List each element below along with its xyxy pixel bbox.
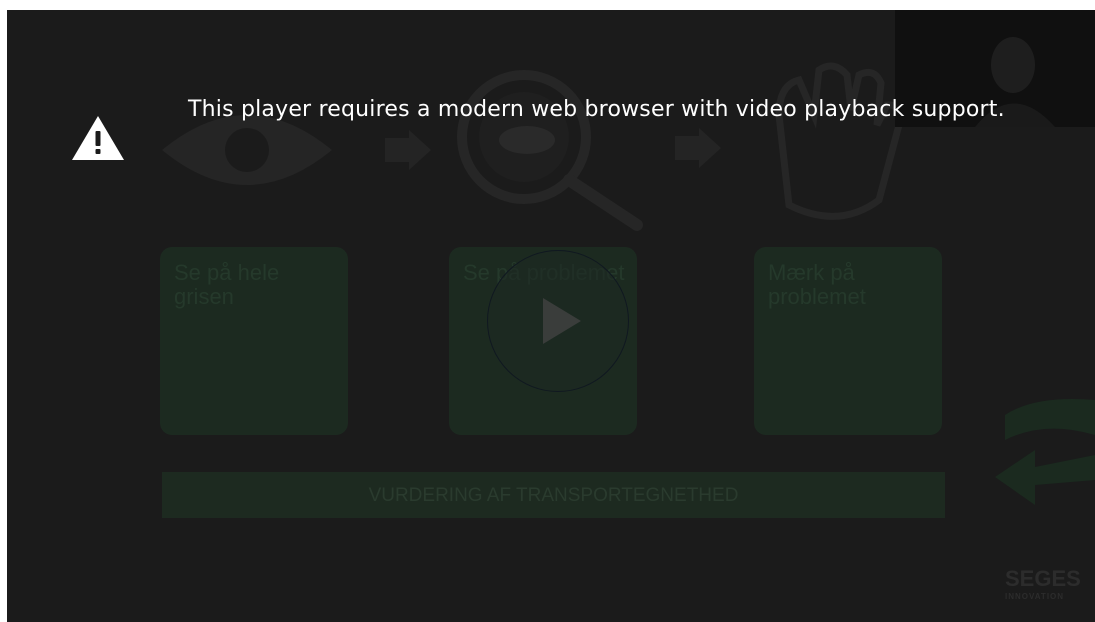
arrow-right-icon: [675, 128, 721, 168]
slide-card-label: Mærk på problemet: [768, 260, 866, 309]
arrow-right-icon: [385, 130, 431, 170]
logo-sub-text: INNOVATION: [1005, 592, 1065, 601]
return-arrow-icon: [995, 399, 1095, 505]
slide-card-3: Mærk på problemet: [754, 247, 942, 435]
unsupported-browser-message: This player requires a modern web browse…: [188, 97, 1005, 122]
video-player[interactable]: Se på hele grisen Se på problemet Mærk p…: [7, 10, 1095, 622]
slide-card-1: Se på hele grisen: [160, 247, 348, 435]
play-icon: [543, 298, 581, 344]
slide-banner-text: VURDERING AF TRANSPORTEGNETHED: [368, 485, 739, 506]
slide-banner: VURDERING AF TRANSPORTEGNETHED: [162, 472, 945, 518]
seges-logo: SEGES INNOVATION: [1005, 566, 1095, 601]
play-button[interactable]: [487, 250, 629, 392]
warning-icon: [72, 116, 124, 160]
slide-card-label: Se på hele grisen: [174, 260, 280, 309]
magnifier-pig-icon: [457, 70, 643, 231]
logo-main-text: SEGES: [1005, 566, 1081, 591]
